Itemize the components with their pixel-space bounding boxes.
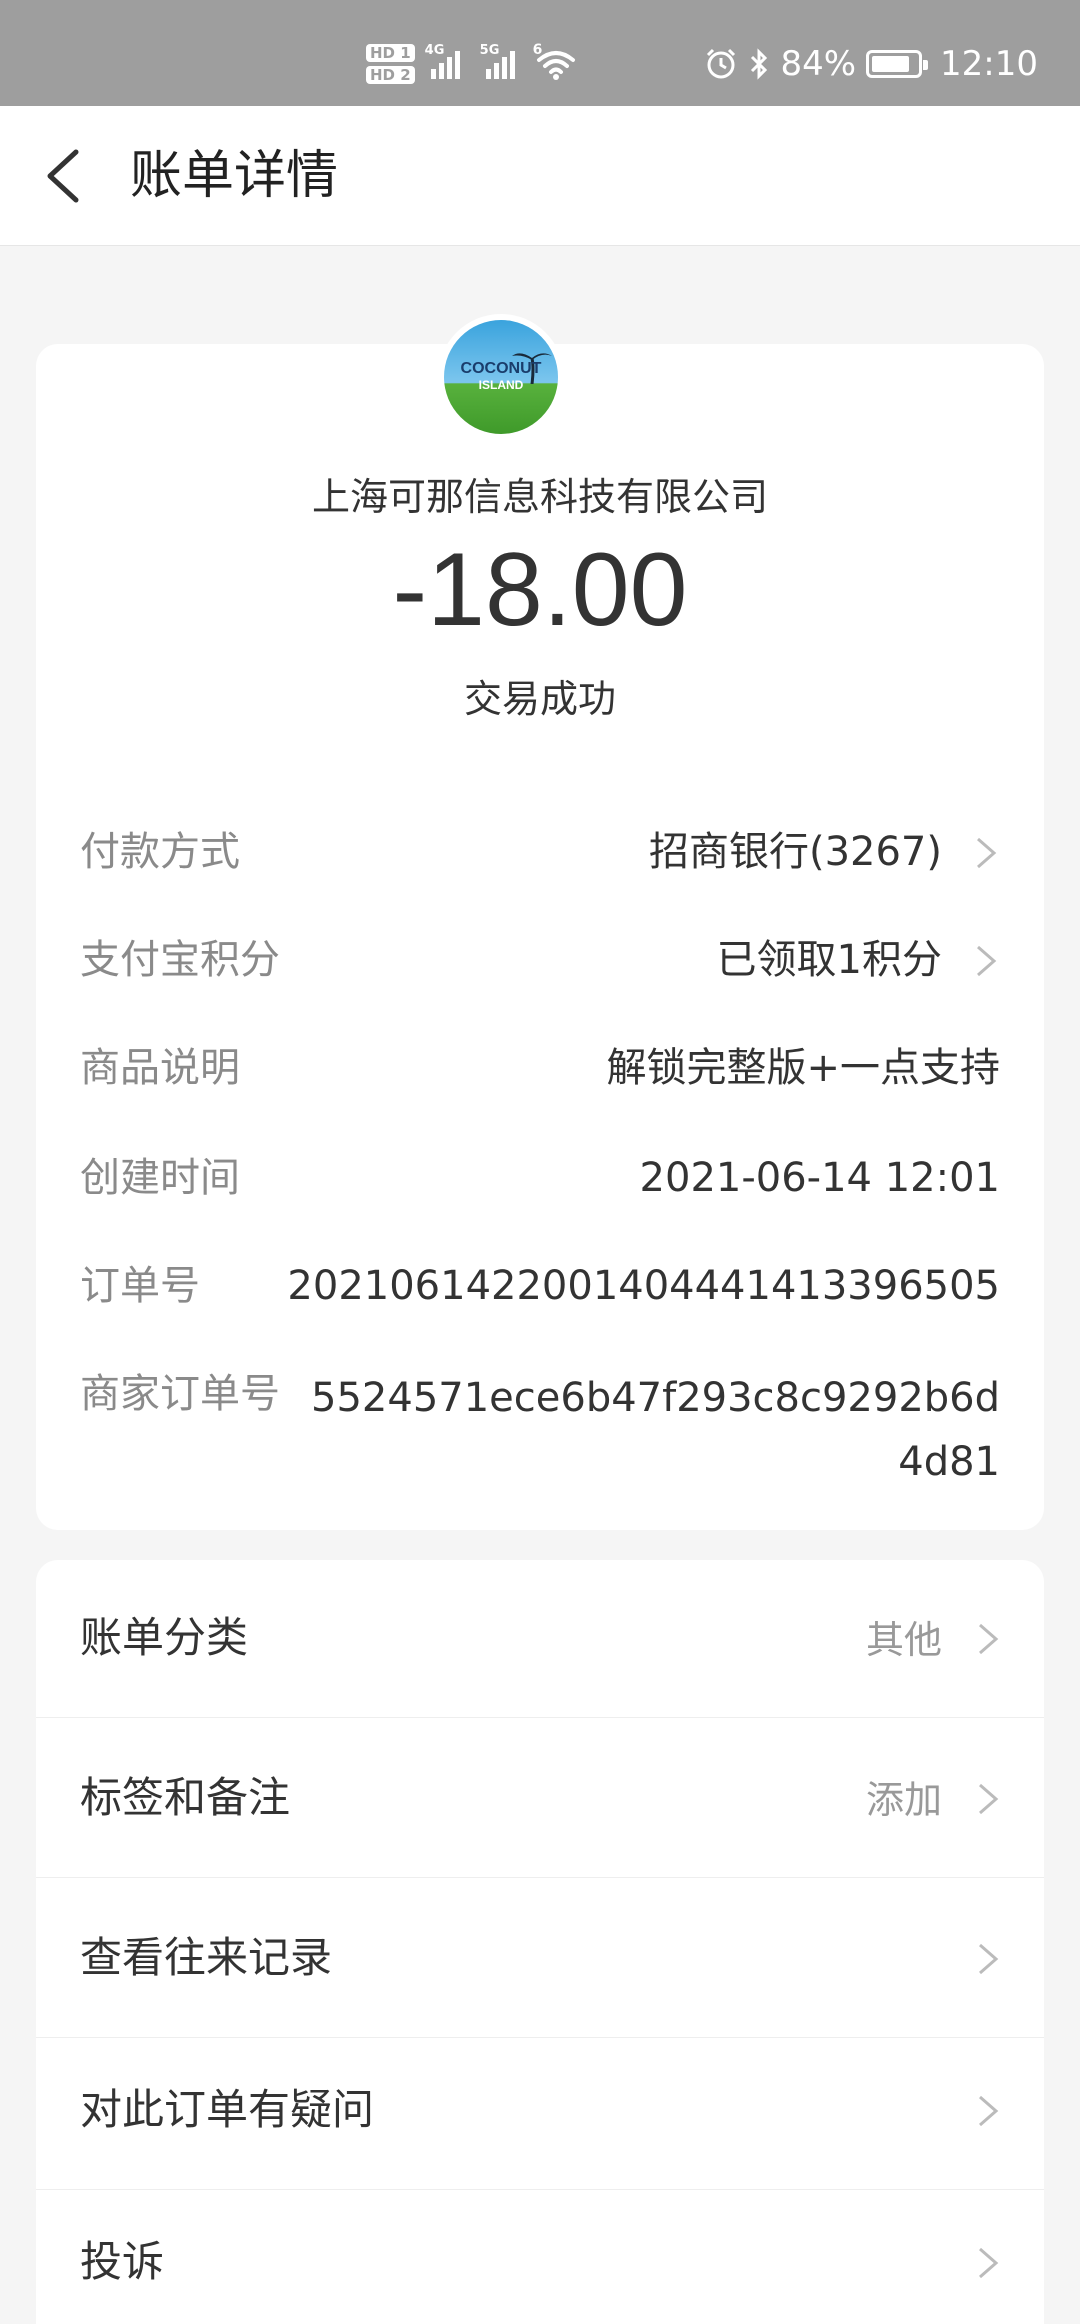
transaction-status: 交易成功 <box>463 677 616 721</box>
page-title: 账单详情 <box>130 146 339 206</box>
merchant-order-number-label: 商家订单号 <box>80 1371 280 1417</box>
bill-category-value: 其他 <box>865 1618 942 1662</box>
merchant-order-number-value: 5524571ece6b47f293c8c9292b6d4d81 <box>311 1375 1000 1485</box>
hd1-badge: HD 1 <box>366 44 415 62</box>
created-time-value: 2021-06-14 12:01 <box>639 1155 1000 1201</box>
chevron-right-icon <box>979 1623 999 1655</box>
points-value: 已领取1积分 <box>716 937 942 983</box>
logo-subtext: ISLAND <box>478 378 524 392</box>
bill-detail-page: HD 1 HD 2 4G 5G 6 84% 12:10 账单详情 COCONUT… <box>0 0 1080 2324</box>
product-description-label: 商品说明 <box>80 1045 240 1091</box>
battery-icon <box>866 50 929 78</box>
logo-text: COCONUT <box>460 360 542 377</box>
top-nav-bar: 账单详情 <box>0 106 1080 246</box>
back-button[interactable] <box>36 142 96 210</box>
tags-notes-label: 标签和备注 <box>80 1773 291 1822</box>
hd-icon: HD 1 HD 2 <box>366 44 415 84</box>
complaint-label: 投诉 <box>80 2237 165 2286</box>
signal-icon-sim2: 5G <box>480 43 515 79</box>
transaction-amount: -18.00 <box>392 532 688 648</box>
order-question-label: 对此订单有疑问 <box>80 2085 375 2134</box>
status-left-icons: HD 1 HD 2 4G 5G 6 <box>366 34 579 94</box>
complaint-row[interactable]: 投诉 <box>36 2184 1044 2324</box>
battery-percent: 84% <box>780 44 857 84</box>
wifi-badge: 6 <box>532 42 543 58</box>
wifi-icon: 6 <box>533 42 579 82</box>
order-question-row[interactable]: 对此订单有疑问 <box>36 2032 1044 2190</box>
clock: 12:10 <box>940 44 1038 84</box>
tags-notes-value: 添加 <box>865 1778 942 1822</box>
merchant-name: 上海可那信息科技有限公司 <box>311 475 768 519</box>
product-description-value: 解锁完整版+一点支持 <box>606 1045 1000 1091</box>
signal-icon-sim1: 4G <box>425 43 460 79</box>
payment-method-value: 招商银行(3267) <box>648 829 942 875</box>
bill-category-label: 账单分类 <box>80 1613 249 1662</box>
network-type-label: 5G <box>479 43 500 58</box>
chevron-right-icon <box>979 2095 999 2127</box>
created-time-label: 创建时间 <box>80 1155 240 1201</box>
alarm-icon <box>707 48 736 79</box>
merchant-avatar: COCONUT ISLAND <box>438 314 564 440</box>
order-number-label: 订单号 <box>80 1263 200 1309</box>
order-number-value: 2021061422001404441413396505 <box>287 1263 1000 1309</box>
points-label: 支付宝积分 <box>80 937 280 983</box>
chevron-right-icon <box>979 1783 999 1815</box>
hd2-badge: HD 2 <box>366 66 415 84</box>
chevron-right-icon <box>977 945 997 977</box>
chevron-right-icon <box>979 1943 999 1975</box>
coconut-island-logo: COCONUT ISLAND <box>444 320 558 434</box>
network-type-label: 4G <box>424 43 445 58</box>
chevron-left-icon <box>47 149 79 203</box>
transaction-history-label: 查看往来记录 <box>80 1933 333 1982</box>
chevron-right-icon <box>979 2247 999 2279</box>
tags-notes-row[interactable]: 标签和备注 添加 <box>36 1720 1044 1878</box>
bluetooth-icon <box>751 48 768 80</box>
chevron-right-icon <box>977 837 997 869</box>
bill-category-row[interactable]: 账单分类 其他 <box>36 1560 1044 1718</box>
transaction-history-row[interactable]: 查看往来记录 <box>36 1880 1044 2038</box>
status-bar: HD 1 HD 2 4G 5G 6 84% 12:10 <box>0 0 1080 106</box>
status-right-icons: 84% 12:10 <box>704 34 1038 94</box>
payment-method-label: 付款方式 <box>80 829 240 875</box>
